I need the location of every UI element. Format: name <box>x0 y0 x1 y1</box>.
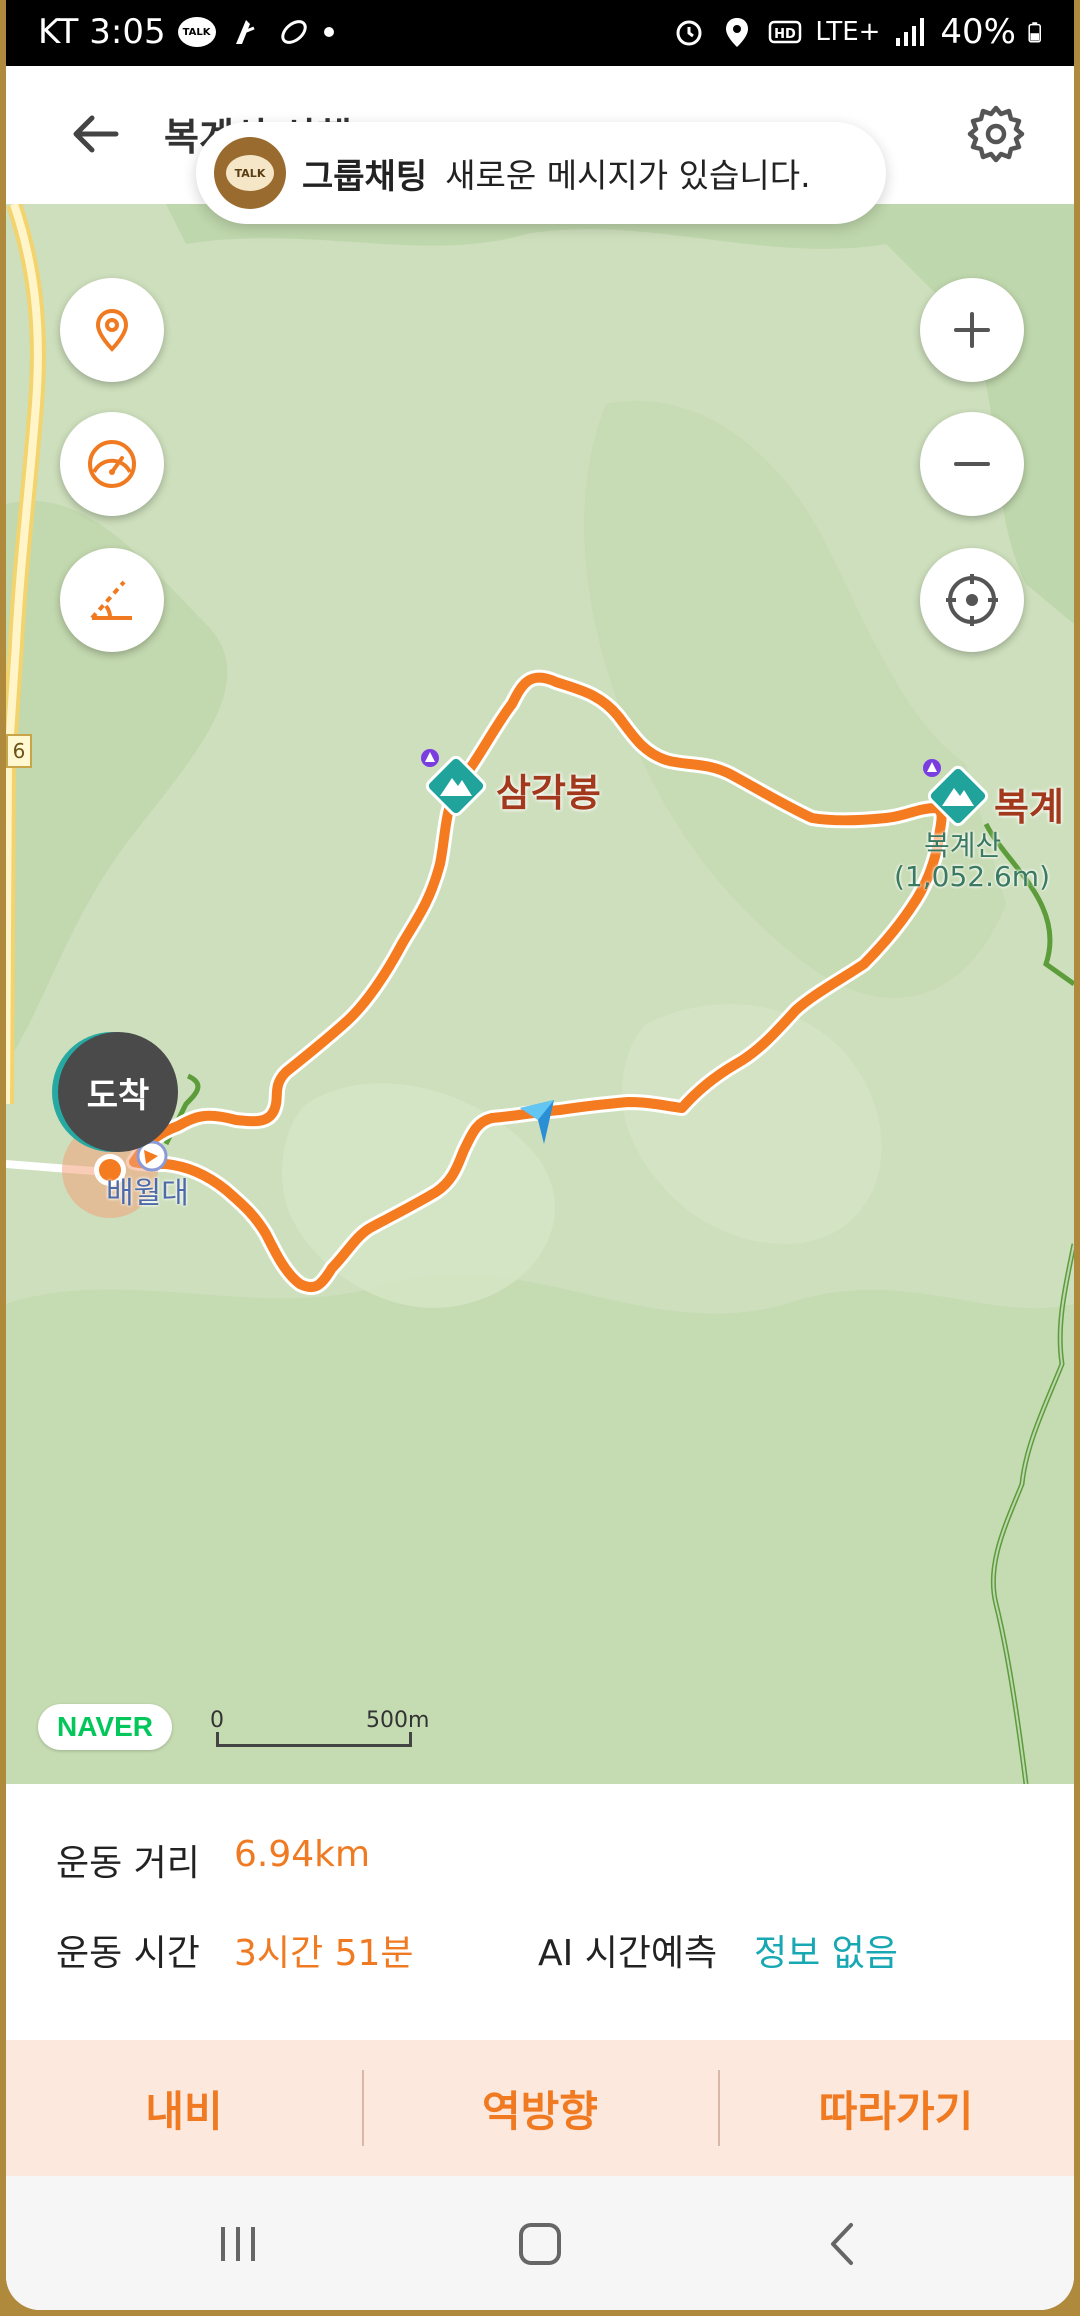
peak-label-bokgye: 복계 <box>994 785 1064 829</box>
start-point-label: 배월대 <box>106 1176 189 1211</box>
reverse-button[interactable]: 역방향 <box>362 2040 718 2176</box>
chat-notification-toast[interactable]: TALK 그룹채팅 새로운 메시지가 있습니다. <box>196 122 886 224</box>
location-pin-button[interactable] <box>60 278 164 382</box>
network-type: LTE+ <box>815 17 881 47</box>
scale-start-label: 0 <box>210 1708 224 1733</box>
terrain-layer <box>6 204 1074 1784</box>
distance-label: 운동 거리 <box>56 1843 200 1884</box>
road-number-sign: 6 <box>6 734 32 768</box>
scale-end-label: 500m <box>366 1708 430 1733</box>
arrival-badge: 도착 <box>58 1032 178 1152</box>
toast-title: 그룹채팅 <box>302 156 428 197</box>
battery-icon <box>1028 22 1041 43</box>
slope-icon <box>90 580 132 620</box>
back-chevron-icon <box>831 2223 853 2265</box>
location-icon <box>726 18 749 47</box>
peak-sub-name: 복계산 <box>924 829 1002 862</box>
home-button[interactable] <box>508 2212 572 2276</box>
system-nav-bar <box>6 2176 1074 2310</box>
location-pin-icon <box>95 308 129 352</box>
action-bar: 내비 역방향 따라가기 <box>6 2040 1074 2176</box>
time-value: 3시간 51분 <box>234 1933 414 1974</box>
zoom-in-button[interactable] <box>920 278 1024 382</box>
navi-button[interactable]: 내비 <box>6 2040 362 2176</box>
battery-percent: 40% <box>940 12 1016 52</box>
toast-message: 새로운 메시지가 있습니다. <box>445 156 811 195</box>
recent-apps-icon <box>221 2227 255 2261</box>
hiking-app-icon <box>235 20 255 44</box>
zoom-out-icon <box>954 462 990 466</box>
mountain-peak-icon[interactable] <box>414 744 490 820</box>
mountain-peak-icon[interactable] <box>916 754 992 830</box>
app-frame: KT 3:05 TALK HD LTE+ 40% 복계산 산행 <box>6 0 1074 2310</box>
my-location-button[interactable] <box>920 548 1024 652</box>
naver-logo: NAVER <box>38 1704 172 1750</box>
stats-panel: 운동 거리 6.94km 운동 시간 3시간 51분 AI 시간예측 정보 없음 <box>6 1784 1074 2040</box>
ai-time-label: AI 시간예측 <box>538 1933 718 1974</box>
follow-button[interactable]: 따라가기 <box>718 2040 1074 2176</box>
zoom-in-icon <box>954 312 990 348</box>
kakaotalk-icon: TALK <box>214 137 286 209</box>
notification-dot <box>323 27 334 37</box>
back-button[interactable] <box>812 2212 876 2276</box>
recent-apps-button[interactable] <box>206 2212 270 2276</box>
distance-value: 6.94km <box>234 1834 371 1875</box>
gear-icon[interactable] <box>964 102 1028 166</box>
map-view[interactable]: 6 삼각봉 복계 복계산 (1,052.6m) 도착 배월대 NAVER 0 5… <box>6 204 1074 1784</box>
zoom-out-button[interactable] <box>920 412 1024 516</box>
scale-bar <box>216 1732 412 1747</box>
svg-text:HD: HD <box>775 27 797 42</box>
arrow-left-icon[interactable] <box>66 104 126 164</box>
peak-elevation: (1,052.6m) <box>894 860 1050 893</box>
carrier-time: KT 3:05 <box>38 12 166 52</box>
slope-button[interactable] <box>60 548 164 652</box>
talk-icon-text: TALK <box>226 155 274 191</box>
hd-icon: HD <box>769 20 802 44</box>
alarm-icon <box>676 20 702 46</box>
time-label: 운동 시간 <box>56 1933 200 1974</box>
kakaotalk-icon: TALK <box>177 17 216 47</box>
status-bar: KT 3:05 TALK HD LTE+ 40% <box>6 0 1074 66</box>
signal-icon <box>896 18 925 46</box>
shoe-icon <box>280 20 307 44</box>
peak-label-samgakbong: 삼각봉 <box>496 771 601 815</box>
speedometer-icon <box>88 440 136 488</box>
ai-time-value: 정보 없음 <box>754 1933 898 1974</box>
speedometer-button[interactable] <box>60 412 164 516</box>
crosshair-icon <box>946 574 998 626</box>
home-icon <box>519 2223 561 2265</box>
